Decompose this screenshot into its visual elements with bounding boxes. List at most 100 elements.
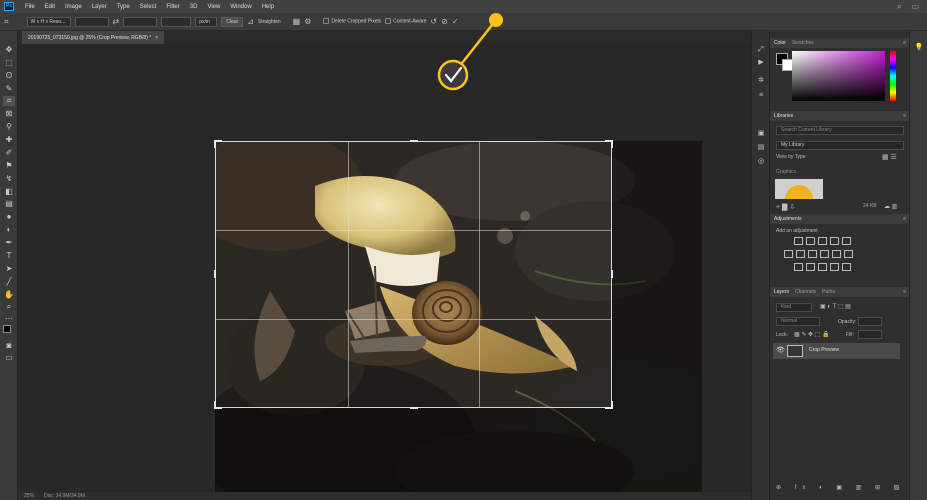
crop-handle-top[interactable]: [410, 140, 418, 142]
height-input[interactable]: [123, 16, 158, 27]
library-actions-icon[interactable]: ☁ ▥: [884, 203, 897, 210]
quick-mask-icon[interactable]: ◙: [3, 341, 15, 351]
menu-file[interactable]: File: [20, 4, 40, 10]
document-tab[interactable]: 20190725_073150.jpg @ 25% (Crop Preview,…: [22, 31, 165, 44]
crop-handle-bottom-right[interactable]: [611, 401, 613, 409]
tab-paths[interactable]: Paths: [822, 289, 835, 295]
navigator-icon[interactable]: ◎: [756, 157, 766, 167]
reset-icon[interactable]: ↺: [430, 17, 437, 26]
type-tool-icon[interactable]: T: [3, 251, 15, 261]
layer-action-icons[interactable]: ⊕ fx ◐ ▣ ▥ ⊞ ▨: [776, 484, 905, 491]
levels-icon[interactable]: [806, 237, 815, 245]
play-actions-icon[interactable]: ▶: [756, 58, 766, 68]
eyedropper-tool-icon[interactable]: ⚲: [3, 122, 15, 132]
content-aware-checkbox[interactable]: Content-Aware: [385, 18, 426, 25]
fill-input[interactable]: [858, 330, 882, 339]
commit-check-icon[interactable]: ✓: [452, 17, 459, 26]
adjustments-title[interactable]: Adjustments: [774, 216, 802, 222]
menu-type[interactable]: Type: [112, 4, 135, 10]
libraries-title[interactable]: Libraries: [774, 113, 793, 119]
menu-image[interactable]: Image: [60, 4, 87, 10]
history-brush-icon[interactable]: ↯: [3, 174, 15, 184]
layer-row-crop-preview[interactable]: 👁 Crop Preview: [773, 343, 900, 359]
crop-handle-top-left[interactable]: [214, 140, 216, 148]
dodge-tool-icon[interactable]: ◐: [3, 225, 15, 235]
hue-slider[interactable]: [890, 51, 896, 101]
resolution-input[interactable]: [161, 16, 192, 27]
selective-color-icon[interactable]: [842, 263, 851, 271]
brush-tool-icon[interactable]: ✐: [3, 148, 15, 158]
lightbulb-icon[interactable]: 💡: [914, 43, 924, 53]
tab-channels[interactable]: Channels: [795, 289, 816, 295]
marquee-tool-icon[interactable]: ⬚: [3, 58, 15, 68]
color-lookup-icon[interactable]: [844, 250, 853, 258]
path-select-icon[interactable]: ➤: [3, 264, 15, 274]
graphic-thumbnail[interactable]: [775, 179, 823, 199]
invert-icon[interactable]: [794, 263, 803, 271]
crop-box[interactable]: [214, 140, 613, 409]
straighten-icon[interactable]: ⊿: [247, 17, 254, 26]
crop-handle-bottom-left[interactable]: [214, 401, 216, 409]
width-input[interactable]: [74, 16, 109, 27]
opacity-input[interactable]: [858, 317, 882, 326]
delete-cropped-checkbox[interactable]: Delete Cropped Pixels: [323, 18, 381, 25]
move-tool-icon[interactable]: ✥: [3, 45, 15, 55]
menu-help[interactable]: Help: [257, 4, 279, 10]
tab-layers[interactable]: Layers: [774, 289, 789, 295]
color-picker-field[interactable]: [792, 51, 885, 101]
settings-gear-icon[interactable]: ⚙: [304, 17, 311, 26]
channel-mixer-icon[interactable]: [832, 250, 841, 258]
vibrance-icon[interactable]: [842, 237, 851, 245]
menu-layer[interactable]: Layer: [87, 4, 112, 10]
properties-icon[interactable]: ✲: [756, 76, 766, 86]
crop-tool-icon[interactable]: ⌗: [3, 96, 15, 106]
view-by-type-select[interactable]: View by Type: [776, 154, 806, 160]
crop-handle-right[interactable]: [611, 270, 613, 278]
libraries-panel-icon[interactable]: ▣: [756, 129, 766, 139]
blur-tool-icon[interactable]: ●: [3, 212, 15, 222]
panel-menu-icon[interactable]: ≡: [903, 40, 906, 46]
eraser-tool-icon[interactable]: ◧: [3, 187, 15, 197]
library-search-input[interactable]: Search Current Library: [776, 126, 904, 135]
menu-select[interactable]: Select: [135, 4, 162, 10]
brush-settings-icon[interactable]: ≡: [756, 91, 766, 101]
panel-menu-icon[interactable]: ≡: [903, 216, 906, 222]
pen-tool-icon[interactable]: ✒: [3, 238, 15, 248]
line-tool-icon[interactable]: ╱: [3, 277, 15, 287]
info-panel-icon[interactable]: ▤: [756, 143, 766, 153]
exposure-icon[interactable]: [830, 237, 839, 245]
color-balance-icon[interactable]: [796, 250, 805, 258]
frame-tool-icon[interactable]: ⊠: [3, 109, 15, 119]
layer-filter-icons[interactable]: ▣ ◐ T ⬚ ▤: [820, 303, 851, 310]
library-add-icon[interactable]: + ▇ ⇩: [776, 203, 795, 211]
menu-3d[interactable]: 3D: [185, 4, 203, 10]
workspace-icon[interactable]: ▭: [911, 2, 919, 12]
panel-menu-icon[interactable]: ≡: [903, 113, 906, 119]
crop-handle-left[interactable]: [214, 270, 216, 278]
history-panel-icon[interactable]: ⤢: [756, 45, 766, 55]
library-select[interactable]: My Library: [776, 141, 904, 150]
clear-button[interactable]: Clear: [221, 16, 244, 27]
screen-mode-icon[interactable]: ▭: [3, 353, 15, 363]
visibility-eye-icon[interactable]: 👁: [776, 346, 785, 354]
search-icon[interactable]: ⌕: [897, 2, 901, 12]
lock-icons[interactable]: ▦ ✎ ✥ ⬚ 🔒: [794, 331, 830, 338]
gradient-tool-icon[interactable]: ▤: [3, 199, 15, 209]
photo-filter-icon[interactable]: [820, 250, 829, 258]
crop-handle-bottom[interactable]: [410, 407, 418, 409]
menu-window[interactable]: Window: [225, 4, 256, 10]
ratio-select[interactable]: W x H x Reso...: [26, 16, 71, 27]
tab-color[interactable]: Color: [774, 40, 786, 46]
more-tools-icon[interactable]: ⋯: [3, 314, 15, 324]
hand-tool-icon[interactable]: ✋: [3, 290, 15, 300]
menu-edit[interactable]: Edit: [40, 4, 60, 10]
unit-select[interactable]: px/in: [195, 16, 218, 27]
black-white-icon[interactable]: [808, 250, 817, 258]
tab-swatches[interactable]: Swatches: [792, 40, 814, 46]
layer-name[interactable]: Crop Preview: [809, 347, 839, 353]
healing-brush-icon[interactable]: ✚: [3, 135, 15, 145]
brightness-icon[interactable]: [794, 237, 803, 245]
zoom-level[interactable]: 25%: [24, 493, 34, 499]
curves-icon[interactable]: [818, 237, 827, 245]
grid-overlay-icon[interactable]: ▦: [293, 17, 301, 26]
